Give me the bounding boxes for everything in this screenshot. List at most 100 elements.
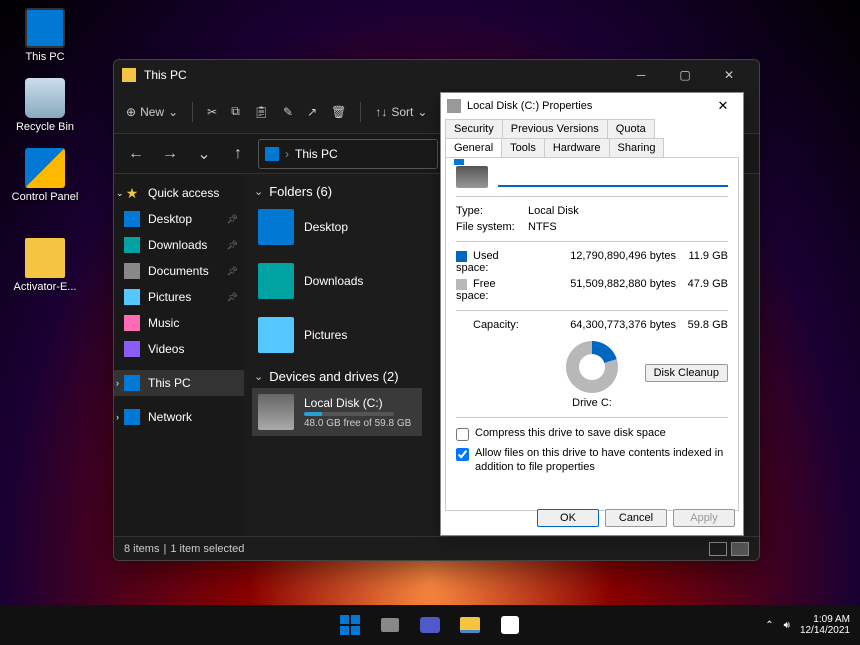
window-title: This PC <box>144 68 187 82</box>
capacity-gb: 59.8 GB <box>684 319 728 331</box>
drive-name-input[interactable] <box>498 167 728 187</box>
free-swatch <box>456 279 467 290</box>
folder-icon <box>258 317 294 353</box>
tile-downloads[interactable]: Downloads <box>252 257 422 305</box>
sidebar-item-documents[interactable]: Documents📌︎ <box>114 258 244 284</box>
network-icon <box>124 409 140 425</box>
music-icon <box>124 315 140 331</box>
rename-button[interactable]: ✎ <box>283 105 293 119</box>
document-icon <box>124 263 140 279</box>
copy-button[interactable]: ⧉ <box>231 104 240 119</box>
close-button[interactable]: ✕ <box>709 98 737 114</box>
sidebar-this-pc[interactable]: ›This PC <box>114 370 244 396</box>
recycle-bin-icon <box>25 78 65 118</box>
status-bar: 8 items | 1 item selected <box>114 536 759 560</box>
desktop-icon-label: Recycle Bin <box>16 121 74 133</box>
volume-icon[interactable]: 🔊︎ <box>784 620 790 631</box>
download-icon <box>124 237 140 253</box>
minimize-button[interactable]: ─ <box>619 60 663 90</box>
system-tray: ⌃ 🔊︎ 1:09 AM 12/14/2021 <box>765 614 850 637</box>
disk-cleanup-button[interactable]: Disk Cleanup <box>645 364 728 382</box>
sidebar-quick-access[interactable]: ⌄★Quick access <box>114 180 244 206</box>
desktop-icon-label: Activator-E... <box>14 281 77 293</box>
large-icons-button[interactable] <box>731 542 749 556</box>
drive-caption: Drive C: <box>572 397 612 409</box>
delete-button[interactable]: 🗑︎ <box>331 105 346 119</box>
start-button[interactable] <box>333 608 367 642</box>
sort-button[interactable]: ↑↓ Sort ⌄ <box>375 105 427 119</box>
sidebar-item-desktop[interactable]: Desktop📌︎ <box>114 206 244 232</box>
sidebar-item-pictures[interactable]: Pictures📌︎ <box>114 284 244 310</box>
cut-button[interactable]: ✂ <box>207 105 217 119</box>
dialog-titlebar[interactable]: Local Disk (C:) Properties ✕ <box>441 93 743 119</box>
drive-icon <box>258 394 294 430</box>
clock[interactable]: 1:09 AM 12/14/2021 <box>800 614 850 637</box>
paste-button[interactable]: 📋︎ <box>254 105 269 119</box>
share-button[interactable]: ↗ <box>307 105 317 119</box>
store-button[interactable] <box>493 608 527 642</box>
index-checkbox[interactable]: Allow files on this drive to have conten… <box>456 444 728 478</box>
tile-pictures[interactable]: Pictures <box>252 311 422 359</box>
chevron-down-icon: ⌄ <box>168 105 178 119</box>
used-gb: 11.9 GB <box>684 250 728 274</box>
sidebar-item-videos[interactable]: Videos <box>114 336 244 362</box>
up-button[interactable]: ↑ <box>224 140 252 168</box>
close-button[interactable]: ✕ <box>707 60 751 90</box>
details-view-button[interactable] <box>709 542 727 556</box>
cancel-button[interactable]: Cancel <box>605 509 667 527</box>
back-button[interactable]: ← <box>122 140 150 168</box>
status-selection: 1 item selected <box>170 543 244 555</box>
desktop-icon-activator[interactable]: Activator-E... <box>10 238 80 293</box>
task-view-button[interactable] <box>373 608 407 642</box>
usage-bar <box>304 412 394 416</box>
usage-pie-chart <box>566 341 618 393</box>
tile-local-disk[interactable]: Local Disk (C:) 48.0 GB free of 59.8 GB <box>252 388 422 436</box>
forward-button[interactable]: → <box>156 140 184 168</box>
sidebar-item-downloads[interactable]: Downloads📌︎ <box>114 232 244 258</box>
taskbar: ⌃ 🔊︎ 1:09 AM 12/14/2021 <box>0 605 860 645</box>
properties-dialog: Local Disk (C:) Properties ✕ Security Pr… <box>440 92 744 536</box>
recent-button[interactable]: ⌄ <box>190 140 218 168</box>
plus-icon: ⊕ <box>126 105 136 119</box>
maximize-button[interactable]: ▢ <box>663 60 707 90</box>
desktop-icon-recycle-bin[interactable]: Recycle Bin <box>10 78 80 133</box>
tab-security[interactable]: Security <box>445 119 503 138</box>
tab-hardware[interactable]: Hardware <box>544 138 610 157</box>
titlebar[interactable]: This PC ─ ▢ ✕ <box>114 60 759 90</box>
control-panel-icon <box>25 148 65 188</box>
ok-button[interactable]: OK <box>537 509 599 527</box>
monitor-icon <box>25 8 65 48</box>
apply-button[interactable]: Apply <box>673 509 735 527</box>
address-bar[interactable]: › This PC <box>258 139 438 169</box>
tab-panel-general: Type:Local Disk File system:NTFS Used sp… <box>445 157 739 511</box>
tab-tools[interactable]: Tools <box>501 138 545 157</box>
tray-expand-icon[interactable]: ⌃ <box>765 620 773 631</box>
pictures-icon <box>124 289 140 305</box>
fs-value: NTFS <box>528 221 728 233</box>
folder-icon <box>258 263 294 299</box>
desktop-icon-label: This PC <box>25 51 64 63</box>
tab-previous-versions[interactable]: Previous Versions <box>502 119 608 138</box>
type-label: Type: <box>456 205 528 217</box>
capacity-bytes: 64,300,773,376 bytes <box>528 319 684 331</box>
tab-quota[interactable]: Quota <box>607 119 655 138</box>
tile-desktop[interactable]: Desktop <box>252 203 422 251</box>
new-button[interactable]: ⊕New ⌄ <box>126 105 178 119</box>
status-item-count: 8 items <box>124 543 159 555</box>
pin-icon: 📌︎ <box>227 292 238 303</box>
chat-button[interactable] <box>413 608 447 642</box>
tab-sharing[interactable]: Sharing <box>609 138 665 157</box>
tab-general[interactable]: General <box>445 138 502 157</box>
sidebar-item-music[interactable]: Music <box>114 310 244 336</box>
file-explorer-button[interactable] <box>453 608 487 642</box>
desktop-icon-this-pc[interactable]: This PC <box>10 8 80 63</box>
type-value: Local Disk <box>528 205 728 217</box>
compress-checkbox[interactable]: Compress this drive to save disk space <box>456 424 728 444</box>
desktop-icon-label: Control Panel <box>12 191 79 203</box>
desktop-icon-control-panel[interactable]: Control Panel <box>10 148 80 203</box>
used-bytes: 12,790,890,496 bytes <box>528 250 684 274</box>
pin-icon: 📌︎ <box>227 240 238 251</box>
pc-icon <box>265 147 279 161</box>
sidebar-network[interactable]: ›Network <box>114 404 244 430</box>
folder-icon <box>25 238 65 278</box>
